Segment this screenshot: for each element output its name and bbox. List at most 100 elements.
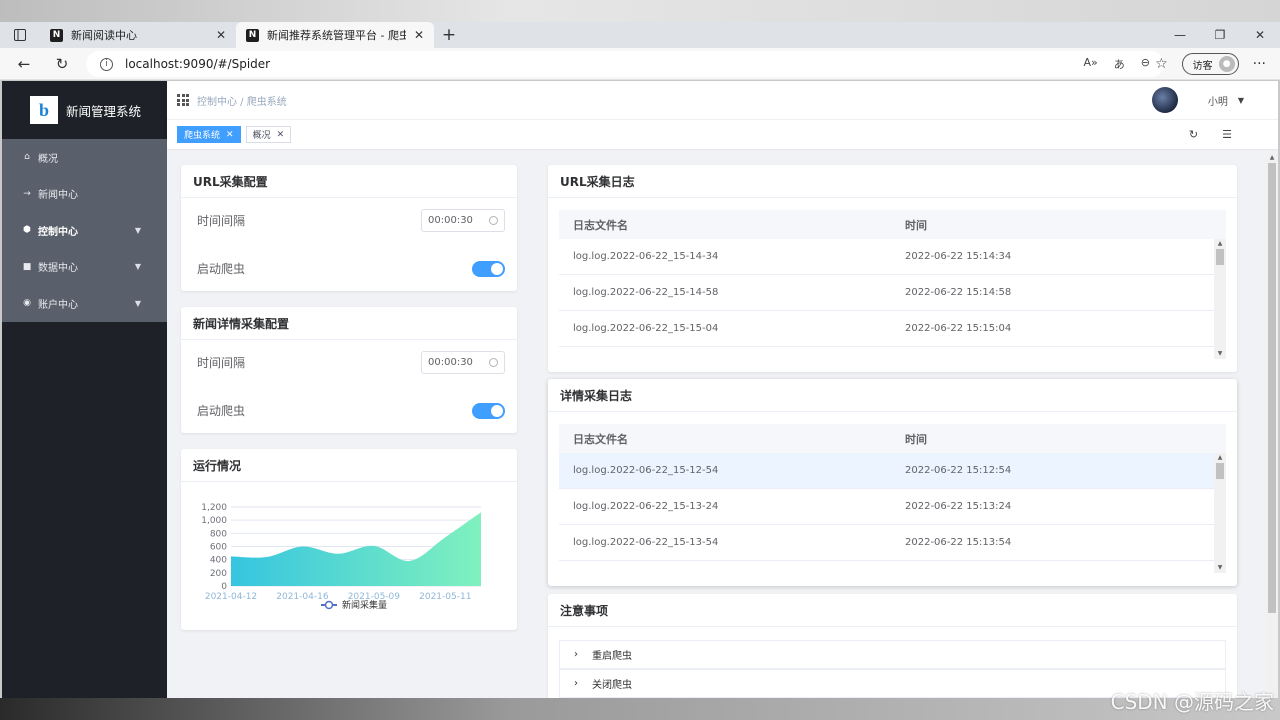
- collapse-title: 重启爬虫: [592, 651, 632, 662]
- new-tab-button[interactable]: +: [434, 22, 464, 48]
- scroll-thumb[interactable]: [1216, 249, 1224, 265]
- zoom-icon[interactable]: ⊖: [1141, 56, 1150, 72]
- start-row: 启动爬虫: [197, 260, 505, 277]
- interval-row: 时间间隔 00:00:30: [197, 209, 505, 232]
- close-icon[interactable]: ✕: [226, 130, 234, 140]
- cell-time: 2022-06-22 15:13:54: [905, 537, 1012, 548]
- scroll-up-icon[interactable]: ▲: [1266, 153, 1278, 163]
- sidebar-item-account-center[interactable]: ◉ 账户中心 ▼: [2, 285, 167, 322]
- sidebar-item-control-center[interactable]: ⬢ 控制中心 ▼: [2, 212, 167, 249]
- close-window-icon[interactable]: ✕: [1240, 22, 1280, 48]
- table-row[interactable]: log.log.2022-06-22_15-13-54 2022-06-22 1…: [559, 525, 1226, 561]
- column-time[interactable]: 时间: [891, 431, 1226, 447]
- hexagon-icon: ⬢: [23, 225, 31, 236]
- table-row[interactable]: log.log.2022-06-22_15-13-24 2022-06-22 1…: [559, 489, 1226, 525]
- scroll-down-icon[interactable]: ▼: [1214, 563, 1226, 573]
- card-title: URL采集配置: [181, 165, 517, 198]
- scroll-thumb[interactable]: [1216, 463, 1224, 479]
- sidebar: b 新闻管理系统 ⌂ 概况 → 新闻中心 ⬢ 控制中心 ▼ ■ 数据中心 ▼ ◉…: [2, 81, 167, 698]
- table-row[interactable]: log.log.2022-06-22_15-14-34 2022-06-22 1…: [559, 239, 1226, 275]
- start-label: 启动爬虫: [197, 262, 246, 276]
- translate-icon[interactable]: あ: [1114, 56, 1125, 72]
- sidebar-item-news-center[interactable]: → 新闻中心: [2, 176, 167, 213]
- table-scrollbar[interactable]: ▲ ▼: [1214, 239, 1226, 359]
- username[interactable]: 小明: [1208, 93, 1228, 108]
- interval-time-picker[interactable]: 00:00:30: [421, 351, 505, 374]
- tab-actions-icon[interactable]: [0, 22, 40, 48]
- table-row[interactable]: log.log.2022-06-22_15-14-58 2022-06-22 1…: [559, 275, 1226, 311]
- tab-close-icon[interactable]: ✕: [414, 28, 424, 42]
- column-filename[interactable]: 日志文件名: [559, 217, 891, 233]
- read-aloud-icon[interactable]: A»: [1084, 56, 1098, 72]
- clock-icon: [489, 358, 498, 367]
- url-log-table: 日志文件名 时间 log.log.2022-06-22_15-14-34 202…: [559, 210, 1226, 359]
- legend-marker[interactable]: [324, 600, 334, 610]
- clock-icon: [489, 216, 498, 225]
- chevron-down-icon: ▼: [134, 298, 141, 308]
- breadcrumb: 控制中心 / 爬虫系统: [197, 96, 287, 108]
- browser-tab-spider[interactable]: N 新闻推荐系统管理平台 - 爬虫系统 ✕: [236, 22, 434, 48]
- tag-overview[interactable]: 概况 ✕: [245, 126, 292, 143]
- profile-label: 访客: [1192, 60, 1213, 72]
- avatar[interactable]: [1151, 87, 1178, 113]
- more-icon[interactable]: ···: [1253, 56, 1266, 72]
- chevron-down-icon: ▼: [134, 262, 141, 272]
- card-title: 运行情况: [181, 449, 517, 482]
- notion-favicon-icon: N: [246, 28, 259, 42]
- interval-time-picker[interactable]: 00:00:30: [421, 209, 505, 232]
- tab-close-icon[interactable]: ✕: [216, 28, 226, 42]
- url-field[interactable]: i localhost:9090/#/Spider A» あ ⊖: [86, 51, 1164, 77]
- restore-icon[interactable]: ❐: [1200, 22, 1240, 48]
- scroll-up-icon[interactable]: ▲: [1214, 239, 1226, 249]
- column-filename[interactable]: 日志文件名: [559, 431, 891, 447]
- refresh-icon[interactable]: ↻: [44, 55, 80, 73]
- brand: b 新闻管理系统: [2, 81, 167, 139]
- start-spider-switch[interactable]: [472, 402, 505, 419]
- collapse-item-restart[interactable]: › 重启爬虫: [559, 640, 1226, 669]
- navbar: 控制中心 / 爬虫系统 小明 ▼: [167, 81, 1278, 119]
- table-row[interactable]: log.log.2022-06-22_15-12-54 2022-06-22 1…: [559, 453, 1226, 489]
- notes-card: 注意事项 › 重启爬虫 › 关闭爬虫: [548, 594, 1237, 698]
- main: 控制中心 / 爬虫系统 小明 ▼ 爬虫系统 ✕ 概况 ✕ ↻ ☰ URL采集配置…: [167, 81, 1278, 698]
- table-header: 日志文件名 时间: [559, 424, 1226, 453]
- refresh-icon[interactable]: ↻: [1189, 128, 1198, 141]
- video-frame-top: [0, 0, 1280, 22]
- run-status-card: 运行情况 0 200 400 600 800 1,000 1,200 2021-04-12 2…: [181, 449, 517, 630]
- tags-view: 爬虫系统 ✕ 概况 ✕ ↻ ☰: [167, 119, 1278, 149]
- scroll-down-icon[interactable]: ▼: [1214, 349, 1226, 359]
- scroll-thumb[interactable]: [1268, 163, 1276, 613]
- profile-avatar-icon: ●: [1218, 56, 1235, 72]
- tag-spider[interactable]: 爬虫系统 ✕: [177, 126, 241, 143]
- table-row[interactable]: log.log.2022-06-22_15-15-04 2022-06-22 1…: [559, 311, 1226, 347]
- site-info-icon[interactable]: i: [100, 57, 113, 71]
- table-scrollbar[interactable]: ▲ ▼: [1214, 453, 1226, 573]
- tag-label: 爬虫系统: [184, 131, 221, 141]
- account-icon: ◉: [23, 298, 31, 309]
- legend-label[interactable]: 新闻采集量: [342, 599, 387, 611]
- caret-down-icon[interactable]: ▼: [1238, 96, 1244, 105]
- sidebar-item-overview[interactable]: ⌂ 概况: [2, 139, 167, 176]
- column-time[interactable]: 时间: [891, 217, 1226, 233]
- page-scrollbar[interactable]: ▲: [1266, 153, 1278, 698]
- interval-row: 时间间隔 00:00:30: [197, 351, 505, 374]
- scroll-up-icon[interactable]: ▲: [1214, 453, 1226, 463]
- settings-sliders-icon[interactable]: ☰: [1222, 128, 1232, 141]
- logo-letter: b: [38, 99, 49, 120]
- start-spider-switch[interactable]: [472, 260, 505, 277]
- back-icon[interactable]: ←: [6, 55, 42, 73]
- user-menu[interactable]: 小明 ▼: [1151, 87, 1278, 113]
- profile-button[interactable]: 访客 ●: [1181, 53, 1239, 75]
- browser-tab-news-reading[interactable]: N 新闻阅读中心 ✕: [40, 22, 236, 48]
- video-frame-bottom: [0, 698, 1280, 720]
- grid-menu-icon[interactable]: [177, 94, 189, 106]
- y-tick-label: 0: [221, 582, 227, 592]
- close-icon[interactable]: ✕: [277, 130, 285, 140]
- sidebar-item-label: 账户中心: [38, 299, 78, 311]
- interval-label: 时间间隔: [197, 214, 246, 228]
- table-header: 日志文件名 时间: [559, 210, 1226, 239]
- cell-filename: log.log.2022-06-22_15-12-54: [573, 465, 719, 476]
- sidebar-item-data-center[interactable]: ■ 数据中心 ▼: [2, 249, 167, 286]
- minimize-icon[interactable]: —: [1160, 22, 1200, 48]
- favorites-icon[interactable]: ☆: [1155, 56, 1168, 72]
- cell-filename: log.log.2022-06-22_15-15-04: [573, 323, 719, 334]
